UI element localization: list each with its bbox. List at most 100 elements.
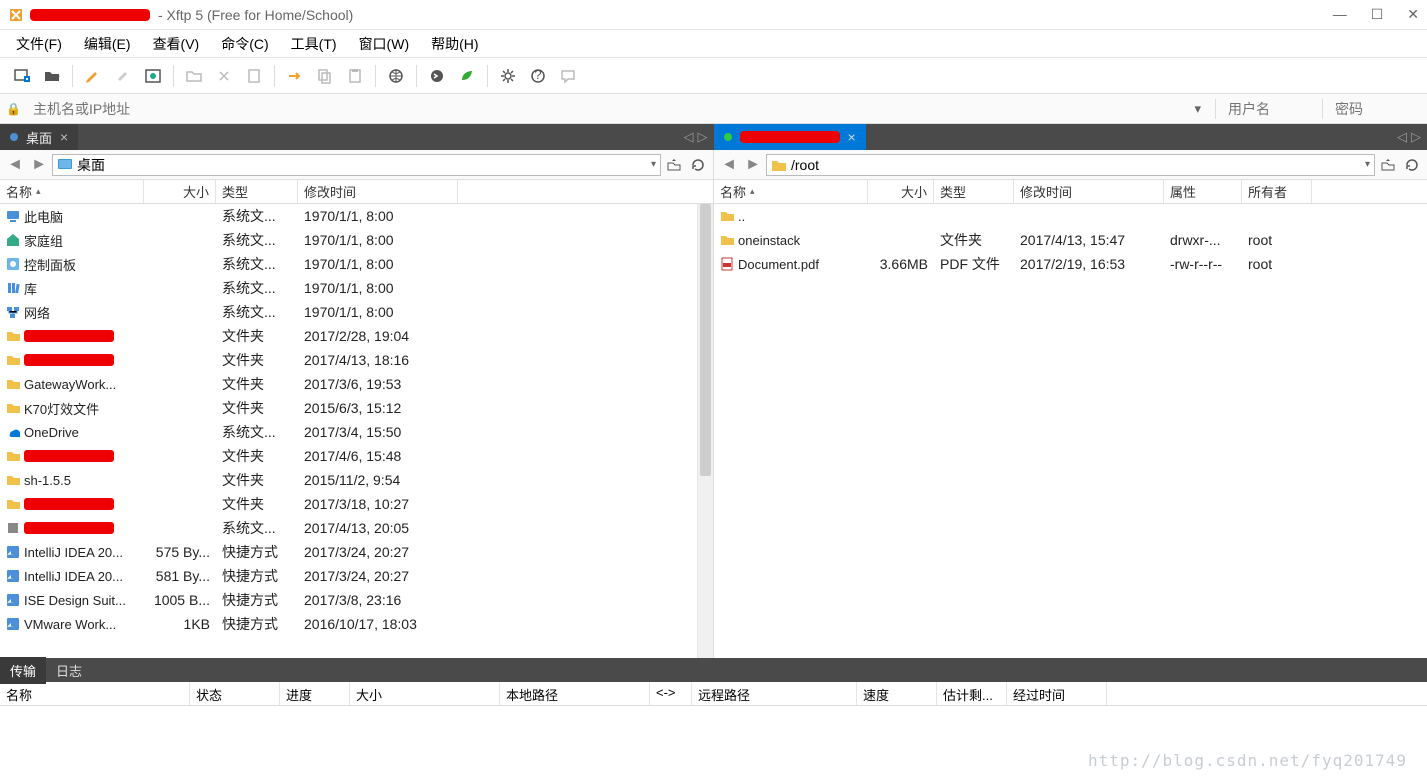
tcol-progress[interactable]: 进度 (280, 682, 350, 705)
file-row[interactable]: GatewayWork...文件夹2017/3/6, 19:53 (0, 372, 713, 396)
back-button[interactable]: ◄ (718, 154, 740, 176)
col-name[interactable]: 名称▴ (714, 180, 868, 203)
file-row[interactable]: VMware Work...1KB快捷方式2016/10/17, 18:03 (0, 612, 713, 636)
file-row[interactable]: OneDrive系统文...2017/3/4, 15:50 (0, 420, 713, 444)
file-row[interactable]: 文件夹2017/4/6, 15:48 (0, 444, 713, 468)
username-input[interactable] (1224, 99, 1314, 119)
menu-file[interactable]: 文件(F) (8, 30, 70, 58)
minimize-button[interactable]: — (1333, 6, 1347, 23)
remote-path-input[interactable]: /root ▾ (766, 154, 1375, 176)
properties-button[interactable] (240, 62, 268, 90)
tab-remote-session[interactable]: × (714, 124, 866, 150)
host-input[interactable] (29, 99, 1181, 119)
tab-prev-button[interactable]: ◁ (1397, 129, 1407, 145)
col-type[interactable]: 类型 (934, 180, 1014, 203)
chat-button[interactable] (554, 62, 582, 90)
tab-transfer[interactable]: 传输 (0, 657, 46, 684)
tcol-size[interactable]: 大小 (350, 682, 500, 705)
tcol-remote-path[interactable]: 远程路径 (692, 682, 857, 705)
col-size[interactable]: 大小 (144, 180, 216, 203)
new-session-button[interactable] (8, 62, 36, 90)
tcol-name[interactable]: 名称 (0, 682, 190, 705)
col-owner[interactable]: 所有者 (1242, 180, 1312, 203)
local-pathbar: ◄ ► 桌面 ▾ (0, 150, 713, 180)
file-row[interactable]: ISE Design Suit...1005 B...快捷方式2017/3/8,… (0, 588, 713, 612)
brush-button[interactable] (109, 62, 137, 90)
file-row[interactable]: 系统文...2017/4/13, 20:05 (0, 516, 713, 540)
col-date[interactable]: 修改时间 (298, 180, 458, 203)
local-path-input[interactable]: 桌面 ▾ (52, 154, 661, 176)
terminal-button[interactable] (423, 62, 451, 90)
file-row[interactable]: Document.pdf3.66MBPDF 文件2017/2/19, 16:53… (714, 252, 1427, 276)
tab-log[interactable]: 日志 (46, 657, 92, 684)
file-row[interactable]: 文件夹2017/2/28, 19:04 (0, 324, 713, 348)
new-folder-button[interactable] (180, 62, 208, 90)
password-input[interactable] (1331, 99, 1421, 119)
back-button[interactable]: ◄ (4, 154, 26, 176)
forward-button[interactable]: ► (742, 154, 764, 176)
maximize-button[interactable]: ☐ (1371, 6, 1384, 23)
tab-local-desktop[interactable]: 桌面 × (0, 124, 78, 150)
path-dropdown[interactable]: ▾ (651, 159, 656, 170)
tab-next-button[interactable]: ▷ (1411, 129, 1421, 145)
file-row[interactable]: IntelliJ IDEA 20...575 By...快捷方式2017/3/2… (0, 540, 713, 564)
copy-button[interactable] (311, 62, 339, 90)
path-dropdown[interactable]: ▾ (1365, 159, 1370, 170)
file-row[interactable]: 控制面板系统文...1970/1/1, 8:00 (0, 252, 713, 276)
paste-button[interactable] (341, 62, 369, 90)
menu-help[interactable]: 帮助(H) (423, 30, 486, 58)
col-type[interactable]: 类型 (216, 180, 298, 203)
help-button[interactable]: ? (524, 62, 552, 90)
col-name[interactable]: 名称▴ (0, 180, 144, 203)
tab-close-button[interactable]: × (60, 129, 68, 145)
redacted-session-name (30, 9, 150, 21)
open-session-button[interactable] (38, 62, 66, 90)
host-dropdown[interactable]: ▾ (1188, 101, 1207, 117)
panes: ◄ ► 桌面 ▾ 名称▴ 大小 类型 修改时间 此电脑系统文...1970/1/… (0, 150, 1427, 658)
tcol-speed[interactable]: 速度 (857, 682, 937, 705)
file-row[interactable]: sh-1.5.5文件夹2015/11/2, 9:54 (0, 468, 713, 492)
col-perm[interactable]: 属性 (1164, 180, 1242, 203)
close-button[interactable]: ✕ (1407, 6, 1419, 23)
refresh-button[interactable] (1401, 154, 1423, 176)
menu-command[interactable]: 命令(C) (213, 30, 276, 58)
col-size[interactable]: 大小 (868, 180, 934, 203)
file-row[interactable]: 文件夹2017/4/13, 18:16 (0, 348, 713, 372)
tab-next-button[interactable]: ▷ (698, 129, 708, 145)
scrollbar[interactable] (697, 204, 713, 658)
up-button[interactable] (663, 154, 685, 176)
globe-button[interactable] (382, 62, 410, 90)
file-row[interactable]: 网络系统文...1970/1/1, 8:00 (0, 300, 713, 324)
file-row[interactable]: 文件夹2017/3/18, 10:27 (0, 492, 713, 516)
tcol-direction[interactable]: <-> (650, 682, 692, 705)
up-button[interactable] (1377, 154, 1399, 176)
file-row[interactable]: 此电脑系统文...1970/1/1, 8:00 (0, 204, 713, 228)
menu-tool[interactable]: 工具(T) (283, 30, 345, 58)
transfer-button[interactable] (281, 62, 309, 90)
tab-prev-button[interactable]: ◁ (684, 129, 694, 145)
settings-button[interactable] (494, 62, 522, 90)
synchronize-button[interactable] (139, 62, 167, 90)
tcol-eta[interactable]: 估计剩... (937, 682, 1007, 705)
delete-button[interactable] (210, 62, 238, 90)
file-row[interactable]: 库系统文...1970/1/1, 8:00 (0, 276, 713, 300)
local-pane: ◄ ► 桌面 ▾ 名称▴ 大小 类型 修改时间 此电脑系统文...1970/1/… (0, 150, 714, 658)
file-row[interactable]: K70灯效文件文件夹2015/6/3, 15:12 (0, 396, 713, 420)
col-date[interactable]: 修改时间 (1014, 180, 1164, 203)
tcol-elapsed[interactable]: 经过时间 (1007, 682, 1107, 705)
menu-view[interactable]: 查看(V) (145, 30, 208, 58)
file-row[interactable]: IntelliJ IDEA 20...581 By...快捷方式2017/3/2… (0, 564, 713, 588)
menu-edit[interactable]: 编辑(E) (76, 30, 139, 58)
local-filelist: 名称▴ 大小 类型 修改时间 此电脑系统文...1970/1/1, 8:00家庭… (0, 180, 713, 658)
tab-close-button[interactable]: × (848, 129, 856, 145)
file-row[interactable]: .. (714, 204, 1427, 228)
leaf-button[interactable] (453, 62, 481, 90)
forward-button[interactable]: ► (28, 154, 50, 176)
refresh-button[interactable] (687, 154, 709, 176)
tcol-status[interactable]: 状态 (190, 682, 280, 705)
edit-button[interactable] (79, 62, 107, 90)
file-row[interactable]: 家庭组系统文...1970/1/1, 8:00 (0, 228, 713, 252)
menu-window[interactable]: 窗口(W) (351, 30, 418, 58)
tcol-local-path[interactable]: 本地路径 (500, 682, 650, 705)
file-row[interactable]: oneinstack文件夹2017/4/13, 15:47drwxr-...ro… (714, 228, 1427, 252)
